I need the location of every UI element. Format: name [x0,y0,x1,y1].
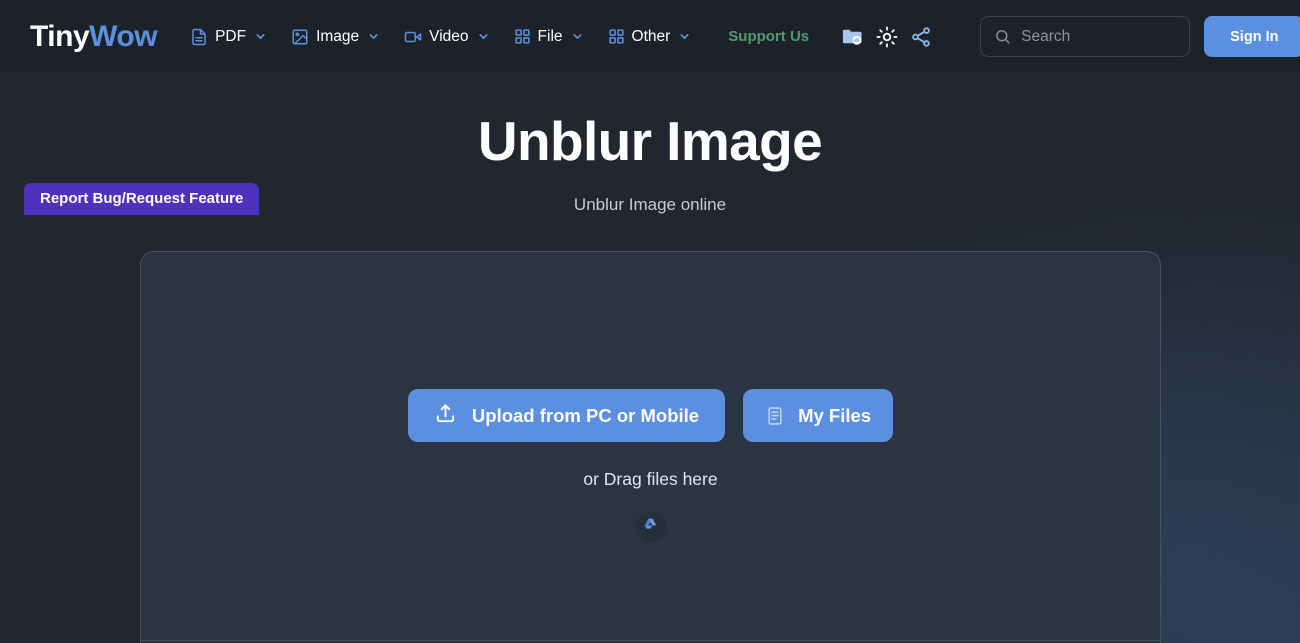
nav-menu-other[interactable]: Other [597,20,703,54]
video-icon [404,28,422,46]
cloud-folder-icon[interactable] [841,25,864,48]
grid-icon [514,28,531,45]
nav-menu-file[interactable]: File [503,20,595,54]
nav-menu-file-label: File [537,27,563,45]
search-input[interactable] [1021,27,1222,46]
drag-files-text: or Drag files here [583,469,718,489]
google-drive-icon [643,517,658,537]
sign-in-button[interactable]: Sign In [1204,16,1300,57]
nav-menu-image-label: Image [316,27,360,45]
share-icon[interactable] [910,26,932,48]
brand-logo-part1: Tiny [30,19,90,53]
page-title: Unblur Image [477,110,823,172]
nav-menu-video-label: Video [429,27,469,45]
brand-logo-part2: Wow [89,19,158,53]
grid-icon [608,28,625,45]
nav-menu-pdf-label: PDF [215,27,247,45]
chevron-down-icon [571,30,584,43]
dropzone-footer-divider [141,640,1160,641]
sun-icon[interactable] [876,26,898,48]
navbar: TinyWow PDF Image Video File Other Suppo… [0,0,1300,73]
chevron-down-icon [678,30,691,43]
search-box[interactable] [980,16,1222,57]
nav-menu-video[interactable]: Video [393,20,500,54]
file-dropzone[interactable]: Upload from PC or Mobile My Files or Dra… [140,251,1161,643]
brand-logo[interactable]: TinyWow [30,19,158,54]
dropzone-button-row: Upload from PC or Mobile My Files [407,389,894,442]
app-root: TinyWow PDF Image Video File Other Suppo… [0,0,1300,643]
chevron-down-icon [477,30,490,43]
file-list-icon [765,406,785,426]
document-icon [190,28,208,46]
nav-menu-pdf[interactable]: PDF [179,20,278,54]
google-drive-button[interactable] [635,512,666,542]
nav-menu-image[interactable]: Image [280,20,391,54]
support-us-link[interactable]: Support Us [728,28,809,45]
upload-from-pc-button[interactable]: Upload from PC or Mobile [407,389,726,442]
my-files-button[interactable]: My Files [743,389,894,442]
upload-icon [434,402,457,430]
chevron-down-icon [254,30,267,43]
search-icon [994,28,1011,45]
report-bug-button[interactable]: Report Bug/Request Feature [24,182,260,215]
image-icon [291,28,309,46]
nav-menu-list: PDF Image Video File Other [179,20,702,54]
nav-menu-other-label: Other [631,27,671,45]
dropzone-content: Upload from PC or Mobile My Files or Dra… [141,389,1160,542]
my-files-button-label: My Files [798,404,872,426]
upload-from-pc-button-label: Upload from PC or Mobile [471,404,700,426]
chevron-down-icon [367,30,380,43]
navbar-utility-icons [841,25,932,48]
